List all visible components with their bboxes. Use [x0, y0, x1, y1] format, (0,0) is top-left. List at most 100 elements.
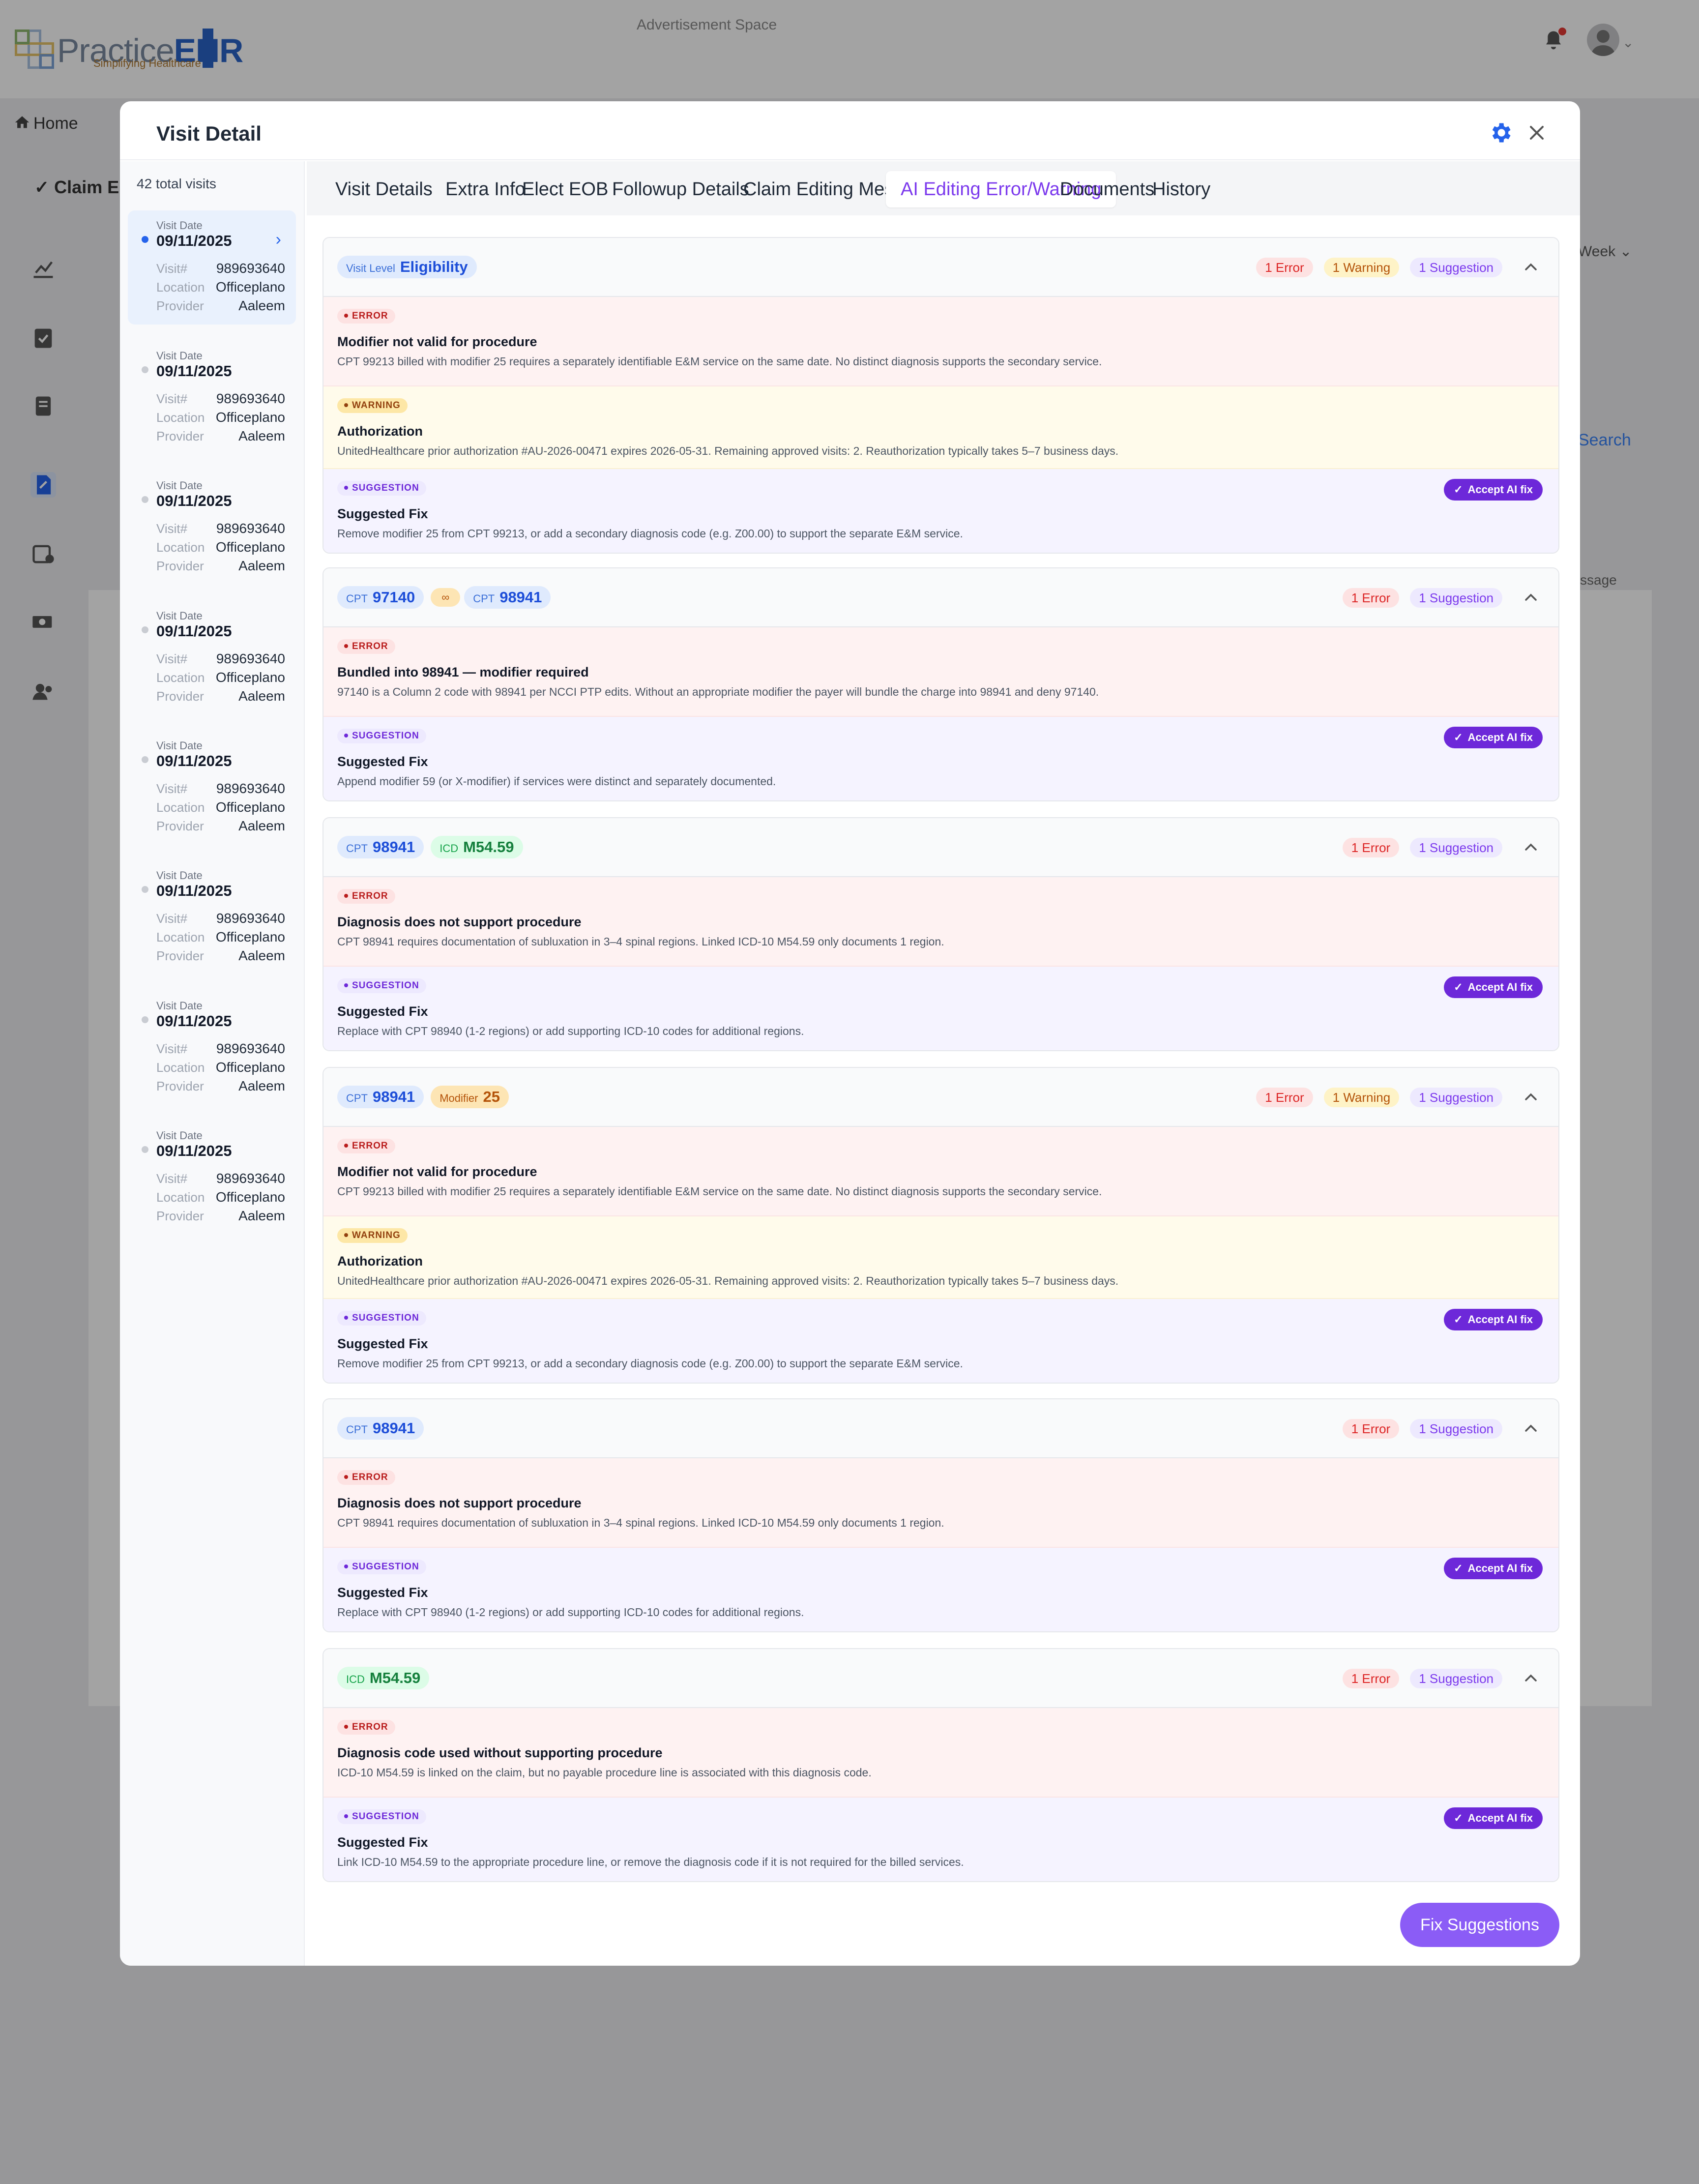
- chevron-up-icon[interactable]: [1521, 587, 1541, 607]
- issue-description: UnitedHealthcare prior authorization #AU…: [337, 444, 1119, 457]
- error-section: ERROR Diagnosis does not support procedur…: [323, 877, 1558, 967]
- modal-title: Visit Detail: [156, 122, 262, 145]
- error-badge: ERROR: [337, 889, 395, 904]
- visit-location-row: Location Officeplano: [156, 539, 285, 556]
- visit-number-row: Visit# 989693640: [156, 1041, 285, 1058]
- code-tag-value: 98941: [373, 1088, 415, 1105]
- visit-number-row: Visit# 989693640: [156, 781, 285, 797]
- issue-card-header[interactable]: ICD M54.59 1 Suggestion 1 Error: [323, 1649, 1558, 1708]
- visit-provider-label: Provider: [156, 689, 204, 704]
- accept-ai-fix-button[interactable]: Accept AI fix: [1444, 1309, 1543, 1330]
- visit-card[interactable]: Visit Date 09/11/2025 Visit# 989693640 Locat…: [128, 601, 296, 715]
- visit-date-label: Visit Date: [156, 350, 203, 362]
- visit-card[interactable]: Visit Date 09/11/2025 Visit# 989693640 Locat…: [128, 1121, 296, 1235]
- issue-title: Diagnosis does not support procedure: [337, 915, 582, 929]
- error-count-badge: 1 Error: [1342, 838, 1400, 857]
- suggestion-section: SUGGESTION Suggested Fix Link ICD-10 M54.5…: [323, 1798, 1558, 1881]
- tab-visit-details[interactable]: Visit Details: [321, 171, 447, 207]
- visit-date: 09/11/2025: [156, 492, 232, 509]
- suggestion-count-badge: 1 Suggestion: [1410, 838, 1502, 857]
- issue-title: Suggested Fix: [337, 1585, 428, 1600]
- accept-ai-fix-button[interactable]: Accept AI fix: [1444, 976, 1543, 998]
- visit-provider: Aaleem: [238, 428, 285, 443]
- code-tag-value: 98941: [373, 838, 415, 856]
- issue-title: Diagnosis does not support procedure: [337, 1496, 582, 1510]
- visit-card[interactable]: Visit Date 09/11/2025 Visit# 989693640 Locat…: [128, 991, 296, 1105]
- visit-date-label: Visit Date: [156, 479, 203, 492]
- visit-number: 989693640: [216, 911, 285, 926]
- chevron-up-icon[interactable]: [1521, 1668, 1541, 1687]
- visit-status-dot: [142, 626, 148, 633]
- issue-description: ICD-10 M54.59 is linked on the claim, bu…: [337, 1766, 872, 1779]
- visit-provider-row: Provider Aaleem: [156, 428, 285, 445]
- visit-card[interactable]: Visit Date 09/11/2025 Visit# 989693640 Locat…: [128, 731, 296, 845]
- visit-date-label: Visit Date: [156, 219, 203, 232]
- visit-provider-label: Provider: [156, 429, 204, 443]
- visit-number-row: Visit# 989693640: [156, 911, 285, 927]
- chevron-up-icon[interactable]: [1521, 837, 1541, 856]
- error-count-badge: 1 Error: [1256, 258, 1313, 277]
- issue-title: Suggested Fix: [337, 1336, 428, 1351]
- code-tag-type: CPT: [346, 1092, 368, 1104]
- ai-issue-card: CPT 98941 Modifier 25 1 Suggestion 1 Warning 1…: [322, 1067, 1559, 1384]
- visit-provider-row: Provider Aaleem: [156, 688, 285, 705]
- issue-card-header[interactable]: CPT 98941 Modifier 25 1 Suggestion 1 Warning 1…: [323, 1068, 1558, 1127]
- visit-card[interactable]: Visit Date 09/11/2025 Visit# 989693640 Locat…: [128, 341, 296, 455]
- issue-card-header[interactable]: CPT 98941 ICD M54.59 1 Suggestion 1 Error: [323, 818, 1558, 877]
- issue-title: Authorization: [337, 424, 423, 439]
- visit-provider: Aaleem: [238, 558, 285, 573]
- visit-card[interactable]: › Visit Date 09/11/2025 Visit# 989693640 Loca…: [128, 210, 296, 325]
- visit-provider-label: Provider: [156, 559, 204, 573]
- visit-card[interactable]: Visit Date 09/11/2025 Visit# 989693640 Locat…: [128, 860, 296, 974]
- code-tag-value: M54.59: [463, 838, 514, 856]
- accept-ai-fix-button[interactable]: Accept AI fix: [1444, 479, 1543, 501]
- code-tag-value: M54.59: [369, 1669, 421, 1686]
- visit-date: 09/11/2025: [156, 1012, 232, 1030]
- issue-title: Modifier not valid for procedure: [337, 1164, 537, 1179]
- issue-card-header[interactable]: Visit Level Eligibility 1 Suggestion 1 Warn…: [323, 238, 1558, 297]
- visit-provider-row: Provider Aaleem: [156, 948, 285, 965]
- visit-provider-row: Provider Aaleem: [156, 1208, 285, 1225]
- suggestion-badge: SUGGESTION: [337, 1809, 426, 1824]
- visit-status-dot: [142, 496, 148, 503]
- visit-date: 09/11/2025: [156, 1142, 232, 1159]
- visit-date-label: Visit Date: [156, 869, 203, 882]
- visit-number-label: Visit#: [156, 521, 188, 536]
- fix-suggestions-button[interactable]: Fix Suggestions: [1400, 1903, 1559, 1947]
- suggestion-badge: SUGGESTION: [337, 1560, 426, 1574]
- chevron-up-icon[interactable]: [1521, 1418, 1541, 1438]
- visit-number-label: Visit#: [156, 1041, 188, 1056]
- accept-ai-fix-button[interactable]: Accept AI fix: [1444, 727, 1543, 748]
- visit-location: Officeplano: [215, 279, 285, 295]
- visit-location-row: Location Officeplano: [156, 799, 285, 816]
- chevron-up-icon[interactable]: [1521, 1087, 1541, 1106]
- visit-location-label: Location: [156, 540, 205, 555]
- visit-location-row: Location Officeplano: [156, 670, 285, 686]
- close-icon[interactable]: [1527, 123, 1547, 143]
- total-visits-count: 42 total visits: [137, 176, 216, 191]
- visit-number-row: Visit# 989693640: [156, 521, 285, 537]
- visit-provider-label: Provider: [156, 819, 204, 833]
- visit-status-dot: [142, 886, 148, 893]
- chevron-up-icon[interactable]: [1521, 257, 1541, 276]
- suggestion-count-badge: 1 Suggestion: [1410, 258, 1502, 277]
- suggestion-count-badge: 1 Suggestion: [1410, 1088, 1502, 1107]
- modal-header: Visit Detail: [120, 101, 1580, 160]
- code-tag-value: 97140: [373, 589, 415, 606]
- visit-number: 989693640: [216, 781, 285, 796]
- error-badge: ERROR: [337, 1470, 395, 1485]
- warning-count-badge: 1 Warning: [1323, 1088, 1400, 1107]
- visit-card[interactable]: Visit Date 09/11/2025 Visit# 989693640 Locat…: [128, 471, 296, 585]
- error-section: ERROR Modifier not valid for procedure CPT…: [323, 297, 1558, 386]
- ai-issue-card: Visit Level Eligibility 1 Suggestion 1 Warn…: [322, 237, 1559, 554]
- accept-ai-fix-button[interactable]: Accept AI fix: [1444, 1807, 1543, 1829]
- tab-history[interactable]: History: [1138, 171, 1225, 207]
- accept-ai-fix-button[interactable]: Accept AI fix: [1444, 1558, 1543, 1579]
- ai-issue-card: CPT 98941 1 Suggestion 1 Error ERROR Diagnosi…: [322, 1398, 1559, 1632]
- visit-location: Officeplano: [215, 1189, 285, 1205]
- visit-date: 09/11/2025: [156, 232, 232, 249]
- issue-card-header[interactable]: CPT 97140 ∞ CPT 98941 1 Suggestion 1 Error: [323, 568, 1558, 627]
- issue-card-header[interactable]: CPT 98941 1 Suggestion 1 Error: [323, 1399, 1558, 1458]
- code-tag-type: ICD: [439, 842, 459, 855]
- gear-icon[interactable]: [1488, 120, 1513, 146]
